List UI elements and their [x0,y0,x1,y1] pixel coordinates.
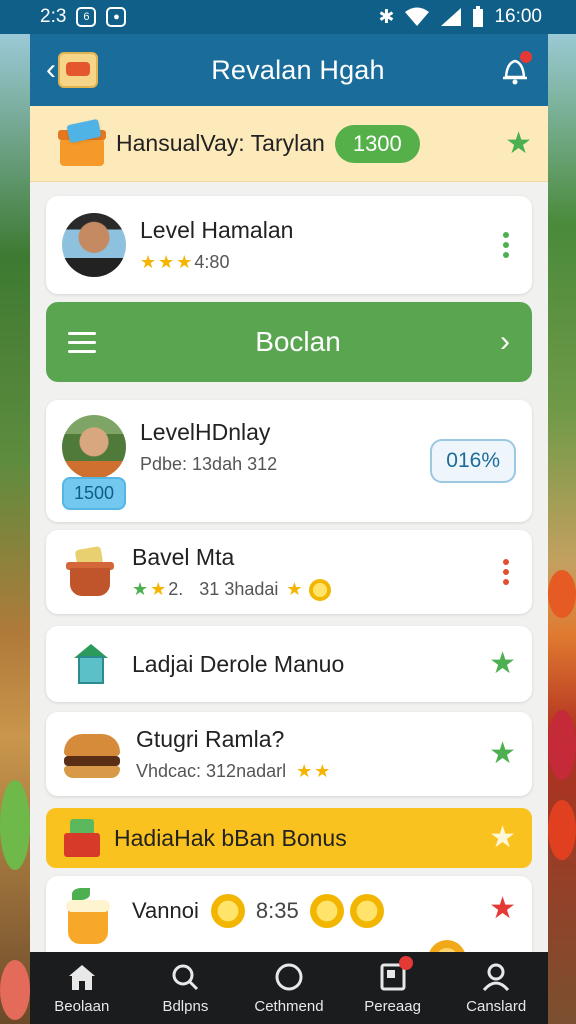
more-options-icon[interactable] [496,559,516,585]
profile-score: 4:80 [194,252,230,272]
level-subtitle: Pdbe: 13dah 312 [140,454,278,474]
avatar [62,415,126,479]
rating-star-icon: ★ [150,579,167,599]
rating-star-icon: ★ [176,252,193,272]
signal-icon [441,8,462,26]
nav-label: Beolaan [54,997,110,1015]
rating-star-icon: ★ [140,252,157,272]
home-icon [68,964,95,990]
list-item-meta: 2. [168,579,184,599]
battery-icon [473,6,484,27]
list-item[interactable]: Vannoi 8:35 ★ [46,876,532,952]
avatar [62,213,126,277]
app-header: ‹ Revalan Hgah [30,34,548,106]
rating-star-icon: ★ [286,579,303,599]
profile-card[interactable]: Level Hamalan ★ ★ ★ 4:80 [46,196,532,294]
chevron-right-icon: › [500,325,510,358]
nav-label: Bdlpns [162,997,209,1015]
gift-box-icon [58,118,106,166]
menu-icon[interactable] [68,331,96,353]
promo-points-pill: 1300 [334,124,420,163]
rating-star-icon: ★ [132,579,149,599]
rating-star-icon: ★ [314,761,331,781]
status-bar: 2:3 6 ● ✱ 16:00 [0,0,576,34]
level-card[interactable]: LevelHDnlay Pdbe: 13dah 312 016% 1500 [46,400,532,522]
progress-percent-badge: 016% [430,439,516,483]
drink-cup-icon [62,888,118,944]
app-notification-icon: ● [106,7,127,27]
list-item[interactable]: Gtugri Ramla? Vhdcac: 312nadarl ★ ★ ★ [46,712,532,796]
nav-label: Cethmend [254,997,324,1015]
wifi-icon [405,7,430,26]
promo-text: HansualVay: Tarylan [116,130,325,156]
nav-label: Canslard [466,997,527,1015]
background-scenery-right [548,0,576,1024]
app-screen: ‹ Revalan Hgah HansualVay: Tarylan 1300 … [30,34,548,952]
orange-slice-icon [428,940,466,952]
nav-item-profile[interactable]: Canslard [446,962,546,1015]
food-box-icon [58,52,98,88]
berries-decoration [548,710,576,780]
bottom-navigation: Beolaan Bdlpns Cethmend Pereaag Canslard [30,952,548,1024]
list-item-value: 8:35 [255,898,299,923]
nav-item-center[interactable]: Cethmend [239,962,339,1015]
notification-bell-button[interactable] [498,49,534,87]
circle-icon [275,963,303,990]
bonus-star-icon[interactable]: ★ [489,823,516,853]
bonus-label: HadiaHak bBan Bonus [114,824,347,851]
favorite-star-icon[interactable]: ★ [489,739,516,769]
gift-icon [62,819,102,857]
coin-icon [210,894,245,928]
nav-item-home[interactable]: Beolaan [32,962,132,1015]
rating-star-icon: ★ [296,761,313,781]
list-item-title: Bavel Mta [132,543,235,570]
back-button[interactable]: ‹ [46,52,98,88]
plant-pot-icon [62,544,118,600]
lettuce-decoration [0,780,30,870]
notification-badge [398,955,413,970]
status-left-text: 2:3 [40,6,67,27]
more-options-icon[interactable] [496,232,516,258]
list-item-meta: Vhdcac: 312nadarl [136,761,287,781]
house-icon [62,636,118,692]
profile-title: Level Hamalan [140,217,294,243]
coin-icon [309,894,344,928]
list-item-title: Ladjai Derole Manuo [132,650,345,677]
list-item[interactable]: Bavel Mta ★ ★ 2. 31 3hadai ★ [46,530,532,614]
search-icon [172,964,199,990]
promo-banner[interactable]: HansualVay: Tarylan 1300 ★ [30,106,548,182]
notification-badge [517,49,534,65]
primary-action-bar[interactable]: Boclan › [46,302,532,382]
favorite-star-icon[interactable]: ★ [489,649,516,679]
chevron-left-icon: ‹ [46,53,56,86]
bluetooth-icon: ✱ [378,6,395,28]
burger-icon [62,726,122,782]
coin-icon [349,894,384,928]
bonus-banner[interactable]: HadiaHak bBan Bonus ★ [46,808,532,868]
notification-icon: 6 [76,7,97,27]
nav-item-search[interactable]: Bdlpns [135,962,235,1015]
favorite-star-icon[interactable]: ★ [489,894,516,924]
user-icon [483,963,510,991]
list-item[interactable]: Ladjai Derole Manuo ★ [46,626,532,702]
list-item-title: Vannoi [132,898,199,923]
level-title: LevelHDnlay [140,419,271,445]
tomato-decoration [548,800,576,860]
rating-star-icon: ★ [158,252,175,272]
points-badge: 1500 [62,477,127,510]
status-time: 16:00 [494,6,542,27]
background-scenery-left [0,0,30,1024]
nav-item-inbox[interactable]: Pereaag [343,955,443,1015]
list-item-meta: 31 3hadai [199,579,279,599]
favorite-star-icon[interactable]: ★ [505,128,532,159]
list-item-title: Gtugri Ramla? [136,726,285,752]
primary-action-label: Boclan [255,326,341,357]
page-title: Revalan Hgah [211,54,385,85]
tomato-decoration [548,570,576,618]
coin-icon [308,578,331,601]
watermelon-decoration [0,960,30,1020]
nav-label: Pereaag [364,997,421,1015]
